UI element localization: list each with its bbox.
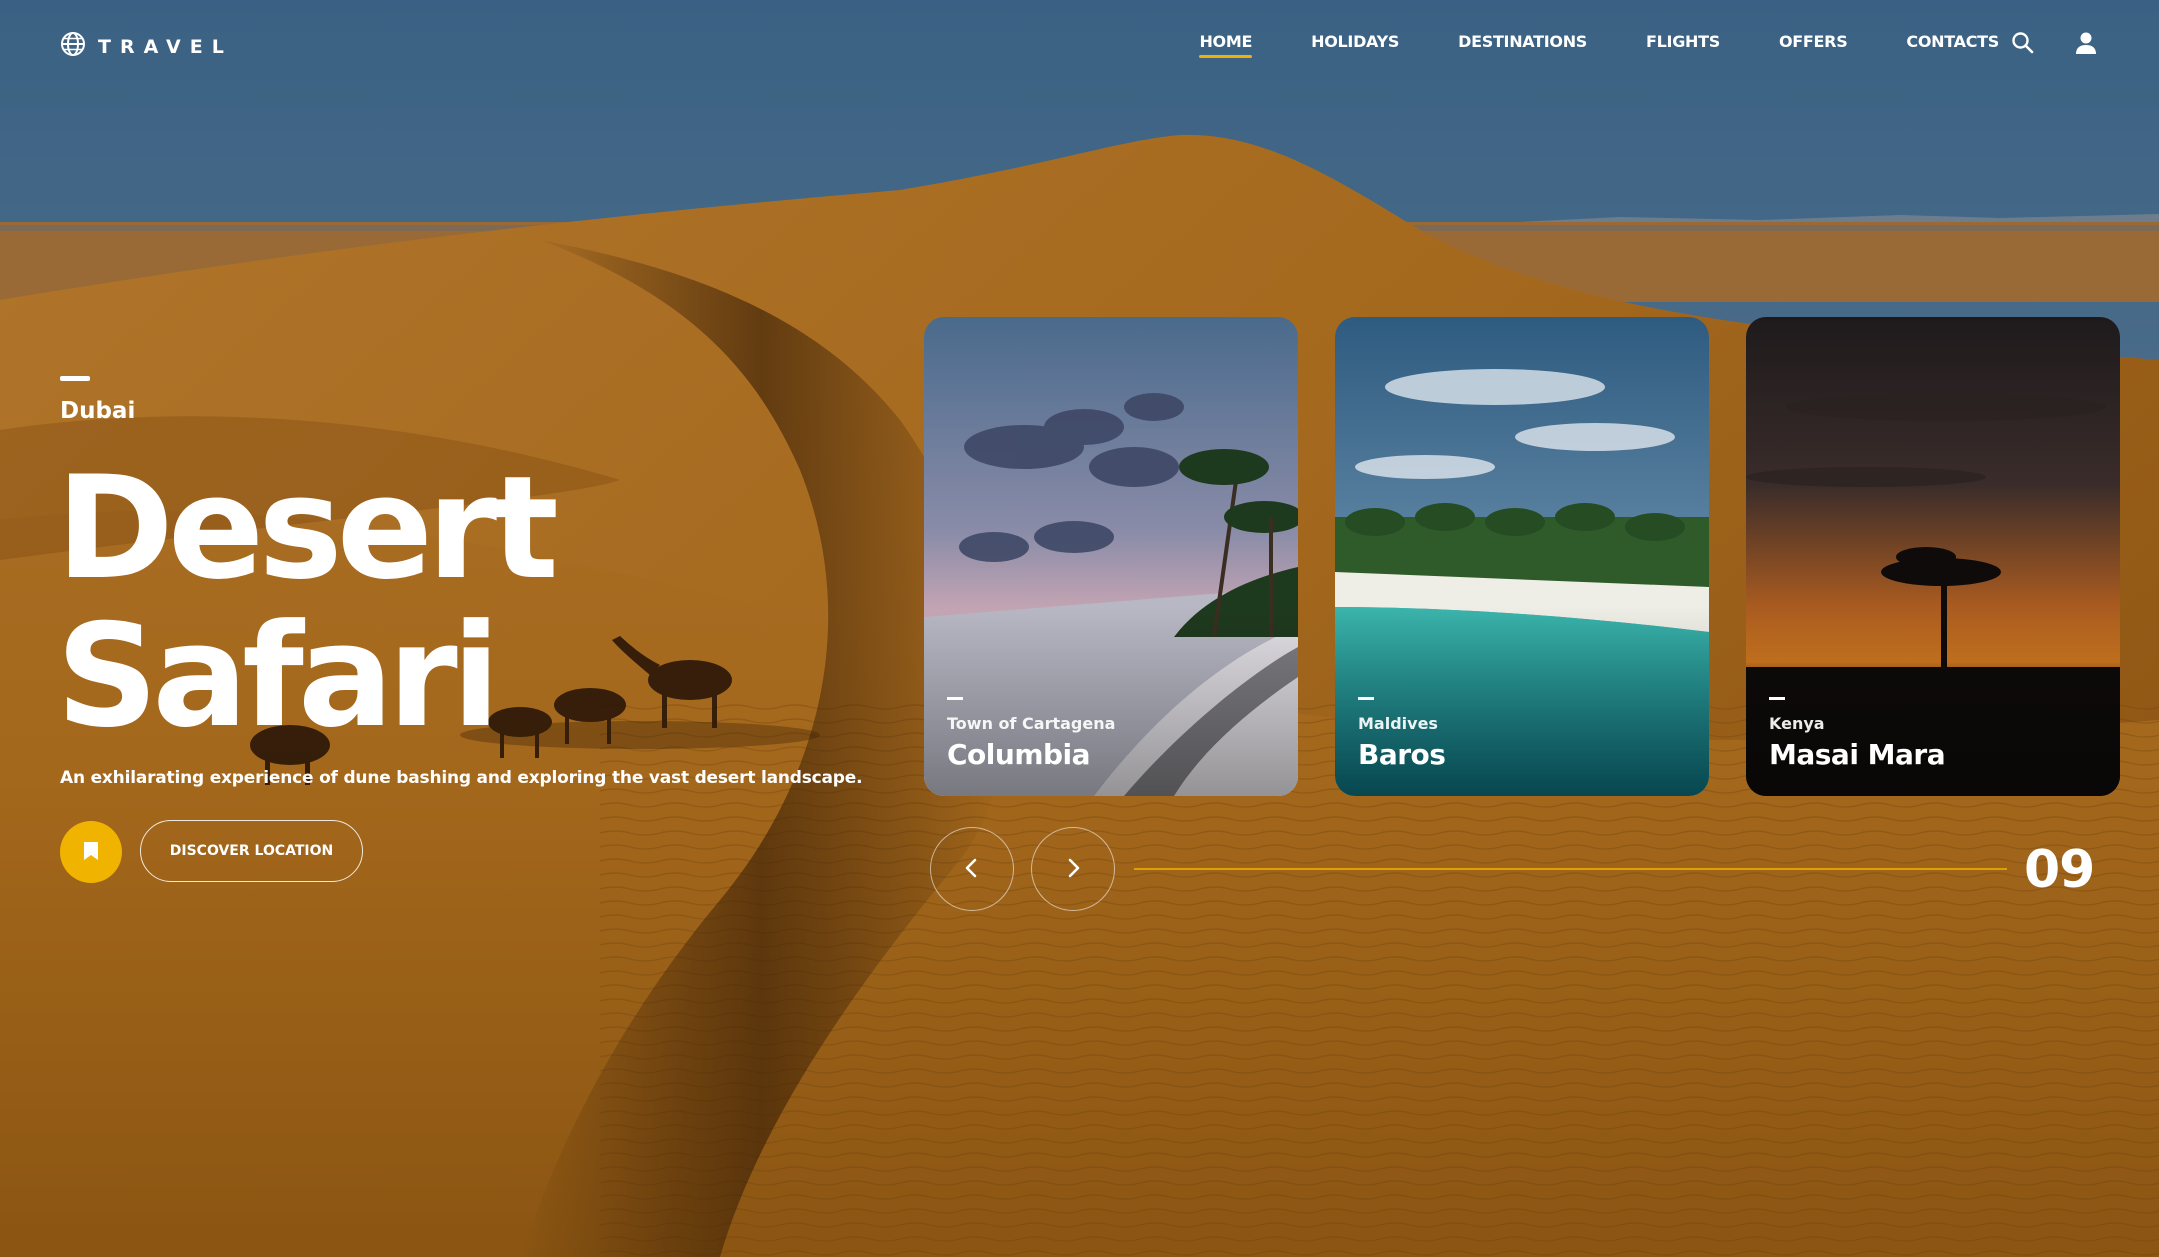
hero-title: Desert Safari bbox=[56, 446, 559, 759]
chevron-right-icon bbox=[1063, 856, 1083, 883]
hero-divider bbox=[60, 376, 90, 381]
nav-item-home[interactable]: HOME bbox=[1199, 32, 1252, 58]
card-subtitle: Town of Cartagena bbox=[947, 714, 1116, 733]
card-divider bbox=[1358, 697, 1374, 700]
card-title: Columbia bbox=[947, 738, 1091, 771]
search-icon[interactable] bbox=[2010, 30, 2036, 56]
slide-number: 09 bbox=[2024, 840, 2095, 900]
chevron-left-icon bbox=[962, 856, 982, 883]
nav-item-destinations[interactable]: DESTINATIONS bbox=[1458, 32, 1587, 57]
card-subtitle: Kenya bbox=[1769, 714, 1825, 733]
bookmark-icon bbox=[83, 841, 99, 864]
main-nav: HOME HOLIDAYS DESTINATIONS FLIGHTS OFFER… bbox=[1199, 32, 1999, 58]
previous-slide-button[interactable] bbox=[930, 827, 1014, 911]
hero-title-line-2: Safari bbox=[56, 594, 500, 759]
card-divider bbox=[947, 697, 963, 700]
hero-title-line-1: Desert bbox=[56, 446, 559, 611]
user-icon[interactable] bbox=[2073, 30, 2099, 56]
globe-icon bbox=[60, 31, 86, 62]
destination-card-columbia[interactable]: Town of Cartagena Columbia bbox=[924, 317, 1298, 796]
top-navigation-bar: TRAVEL HOME HOLIDAYS DESTINATIONS FLIGHT… bbox=[0, 0, 2159, 90]
bookmark-button[interactable] bbox=[60, 821, 122, 883]
next-slide-button[interactable] bbox=[1031, 827, 1115, 911]
hero-description: An exhilarating experience of dune bashi… bbox=[60, 768, 863, 788]
card-title: Masai Mara bbox=[1769, 738, 1946, 771]
destination-card-baros[interactable]: Maldives Baros bbox=[1335, 317, 1709, 796]
card-divider bbox=[1769, 697, 1785, 700]
nav-item-offers[interactable]: OFFERS bbox=[1779, 32, 1848, 57]
brand-name: TRAVEL bbox=[98, 35, 233, 58]
discover-location-button[interactable]: DISCOVER LOCATION bbox=[140, 820, 363, 882]
destination-card-masai-mara[interactable]: Kenya Masai Mara bbox=[1746, 317, 2120, 796]
nav-item-holidays[interactable]: HOLIDAYS bbox=[1311, 32, 1399, 57]
hero-location: Dubai bbox=[60, 398, 136, 424]
card-subtitle: Maldives bbox=[1358, 714, 1438, 733]
nav-item-flights[interactable]: FLIGHTS bbox=[1646, 32, 1720, 57]
nav-item-contacts[interactable]: CONTACTS bbox=[1906, 32, 1999, 57]
card-title: Baros bbox=[1358, 738, 1446, 771]
brand-logo[interactable]: TRAVEL bbox=[60, 31, 233, 62]
hero-scene: TRAVEL HOME HOLIDAYS DESTINATIONS FLIGHT… bbox=[0, 0, 2159, 1257]
slide-progress-line bbox=[1134, 868, 2007, 870]
